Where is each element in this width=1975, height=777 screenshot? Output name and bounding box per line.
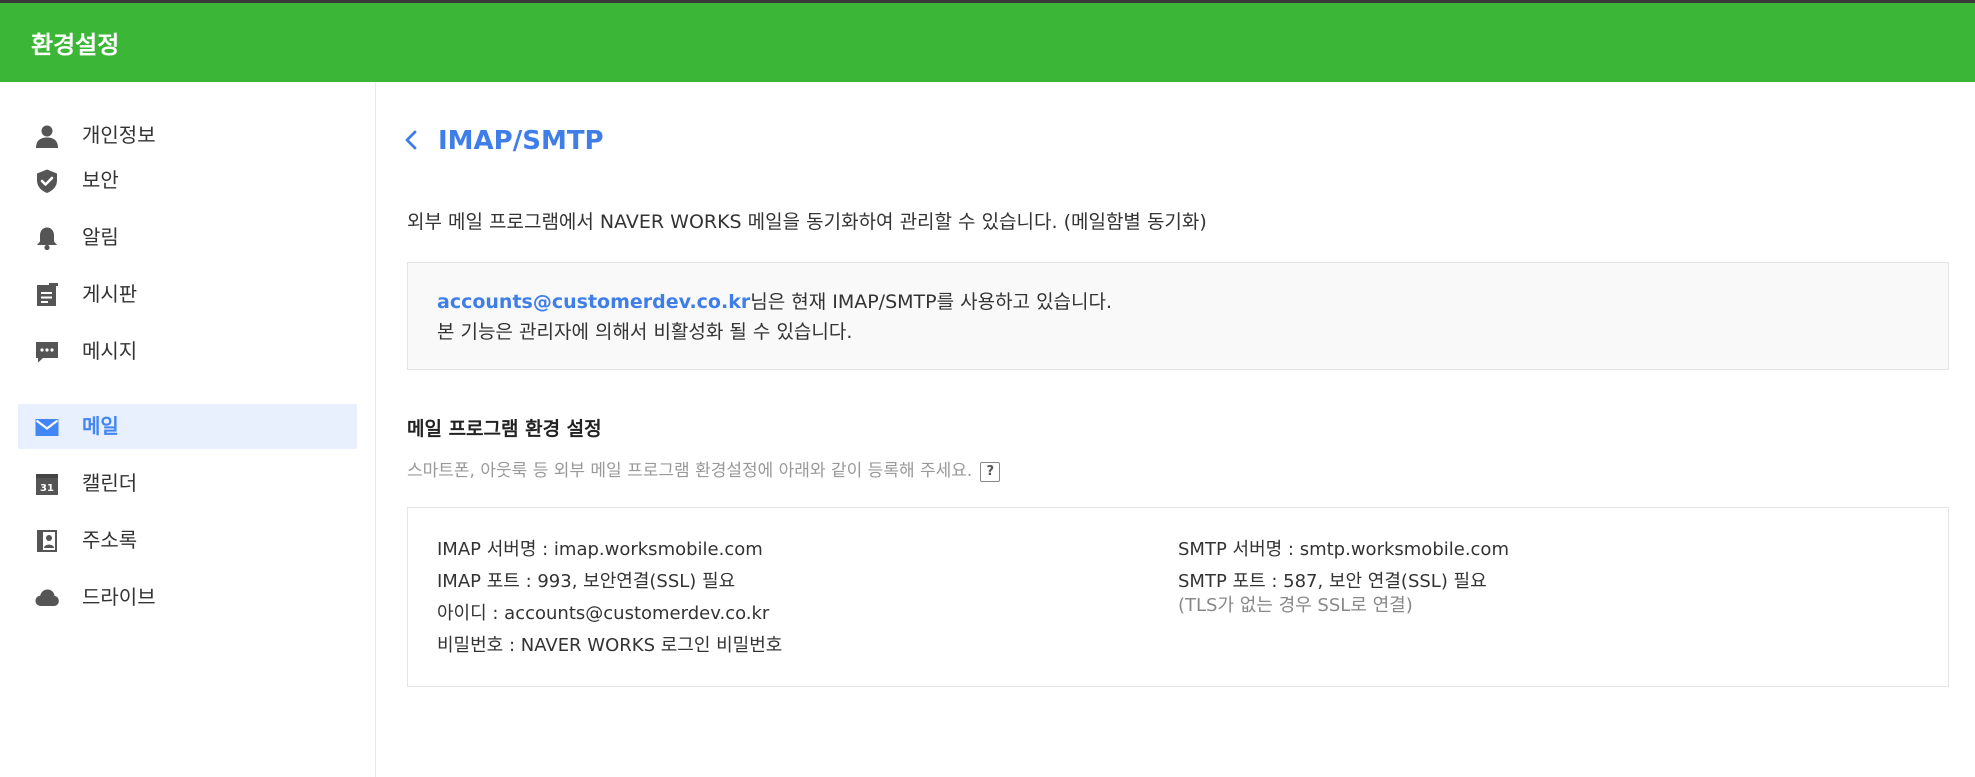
sidebar-item-notifications[interactable]: 알림 <box>18 215 357 260</box>
chat-icon <box>34 339 60 365</box>
server-settings-box: IMAP 서버명 : imap.worksmobile.com IMAP 포트 … <box>407 507 1949 687</box>
back-button[interactable] <box>402 128 422 152</box>
sidebar-item-label: 개인정보 <box>82 123 156 147</box>
sidebar-item-label: 메일 <box>82 414 119 438</box>
sidebar: 개인정보 보안 알림 게시판 메시지 메일 31 캘린더 주소록 드라이브 <box>0 82 376 777</box>
section-subtitle-text: 스마트폰, 아웃룩 등 외부 메일 프로그램 환경설정에 아래와 같이 등록해 … <box>407 461 973 481</box>
sidebar-item-mail[interactable]: 메일 <box>18 404 357 449</box>
imap-port-row: IMAP 포트 : 993, 보안연결(SSL) 필요 <box>437 571 736 592</box>
sidebar-item-calendar[interactable]: 31 캘린더 <box>18 461 357 506</box>
sidebar-item-profile[interactable]: 개인정보 <box>18 113 357 158</box>
notice-status-line: accounts@customerdev.co.kr님은 현재 IMAP/SMT… <box>437 288 1112 316</box>
section-subtitle: 스마트폰, 아웃룩 등 외부 메일 프로그램 환경설정에 아래와 같이 등록해 … <box>407 459 1001 483</box>
sidebar-item-label: 주소록 <box>82 528 138 552</box>
password-row: 비밀번호 : NAVER WORKS 로그인 비밀번호 <box>437 635 783 656</box>
imap-settings: IMAP 서버명 : imap.worksmobile.com IMAP 포트 … <box>437 534 782 662</box>
contacts-icon <box>34 528 60 554</box>
notice-status-text: 님은 현재 IMAP/SMTP를 사용하고 있습니다. <box>750 291 1113 313</box>
board-icon <box>34 282 60 308</box>
shield-icon <box>34 168 60 194</box>
chevron-left-icon <box>405 130 417 150</box>
sidebar-item-board[interactable]: 게시판 <box>18 272 357 317</box>
top-header: 환경설정 <box>0 0 1975 82</box>
sidebar-item-label: 게시판 <box>82 282 138 306</box>
mail-icon <box>34 414 60 440</box>
page-description: 외부 메일 프로그램에서 NAVER WORKS 메일을 동기화하여 관리할 수… <box>407 211 1207 233</box>
cloud-icon <box>34 585 60 611</box>
status-notice: accounts@customerdev.co.kr님은 현재 IMAP/SMT… <box>407 262 1949 370</box>
sidebar-item-label: 캘린더 <box>82 471 138 495</box>
notice-disable-text: 본 기능은 관리자에 의해서 비활성화 될 수 있습니다. <box>437 321 853 343</box>
help-icon[interactable]: ? <box>980 462 1001 482</box>
sidebar-item-label: 드라이브 <box>82 585 156 609</box>
user-id-row: 아이디 : accounts@customerdev.co.kr <box>437 603 770 624</box>
bell-icon <box>34 225 60 251</box>
sidebar-item-label: 알림 <box>82 225 119 249</box>
sidebar-item-messages[interactable]: 메시지 <box>18 329 357 374</box>
smtp-settings: SMTP 서버명 : smtp.worksmobile.com SMTP 포트 … <box>1178 534 1509 618</box>
calendar-icon: 31 <box>34 471 60 497</box>
smtp-server-row: SMTP 서버명 : smtp.worksmobile.com <box>1178 539 1509 560</box>
calendar-icon-text: 31 <box>40 483 54 494</box>
sidebar-item-label: 보안 <box>82 168 119 192</box>
sidebar-item-security[interactable]: 보안 <box>18 158 357 203</box>
sidebar-item-label: 메시지 <box>82 339 138 363</box>
person-icon <box>34 123 60 149</box>
page-title: IMAP/SMTP <box>438 126 604 156</box>
section-title: 메일 프로그램 환경 설정 <box>407 418 602 440</box>
sidebar-item-contacts[interactable]: 주소록 <box>18 518 357 563</box>
app-title: 환경설정 <box>31 31 120 59</box>
sidebar-item-drive[interactable]: 드라이브 <box>18 575 357 620</box>
imap-server-row: IMAP 서버명 : imap.worksmobile.com <box>437 539 763 560</box>
account-email: accounts@customerdev.co.kr <box>437 291 751 313</box>
main-content: IMAP/SMTP 외부 메일 프로그램에서 NAVER WORKS 메일을 동… <box>376 82 1975 777</box>
